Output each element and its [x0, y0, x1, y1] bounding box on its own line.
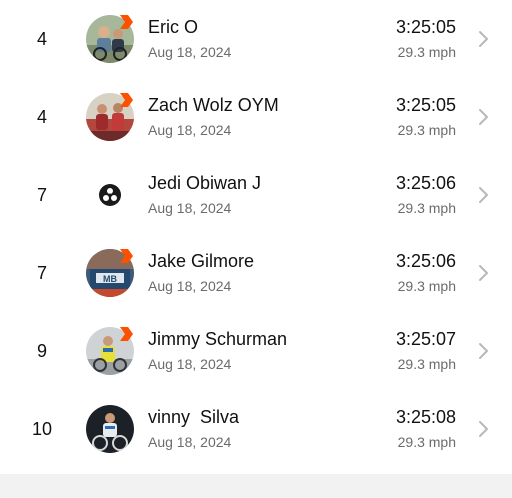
activity-date: Aug 18, 2024 [148, 44, 232, 60]
chevron-right-icon[interactable] [478, 186, 490, 204]
elapsed-time: 3:25:07 [395, 329, 456, 349]
average-speed: 29.3 mph [397, 200, 456, 216]
chevron-right-icon[interactable] [478, 30, 490, 48]
leaderboard-row[interactable]: 4 Zach Wolz OYM Aug 18, 2024 3:25:05 29.… [0, 78, 512, 156]
chevron-right-icon[interactable] [478, 264, 490, 282]
athlete-name[interactable]: Zach Wolz OYM [148, 95, 279, 116]
average-speed: 29.3 mph [397, 434, 456, 450]
elapsed-time: 3:25:05 [395, 17, 456, 37]
athlete-name[interactable]: vinny Silva [148, 407, 239, 428]
athlete-name[interactable]: Eric O [148, 17, 198, 38]
rank-label: 10 [31, 419, 53, 439]
activity-date: Aug 18, 2024 [148, 278, 232, 294]
elapsed-time: 3:25:06 [395, 173, 456, 193]
leaderboard-list: 4 Eric O Aug 18, 2024 3:25:05 29.3 mph 4 [0, 0, 512, 474]
subscriber-badge-icon [120, 93, 133, 107]
activity-date: Aug 18, 2024 [148, 200, 232, 216]
subscriber-badge-icon [120, 327, 133, 341]
footer-bar [0, 474, 512, 498]
leaderboard-row[interactable]: 9 Jimmy Schurman Aug 18, 2024 3:25:07 29… [0, 312, 512, 390]
subscriber-badge-icon [120, 15, 133, 29]
avatar-photo-icon [86, 405, 134, 453]
activity-date: Aug 18, 2024 [148, 434, 232, 450]
leaderboard-row[interactable]: 7 MB Jake Gilmore Aug 18, 2024 3:25:06 2… [0, 234, 512, 312]
activity-date: Aug 18, 2024 [148, 122, 232, 138]
elapsed-time: 3:25:08 [395, 407, 456, 427]
chevron-right-icon[interactable] [478, 342, 490, 360]
rank-label: 4 [36, 107, 47, 127]
athlete-name[interactable]: Jedi Obiwan J [148, 173, 261, 194]
avatar[interactable] [86, 171, 134, 219]
rank-label: 7 [36, 263, 47, 283]
athlete-name[interactable]: Jimmy Schurman [148, 329, 287, 350]
athlete-name[interactable]: Jake Gilmore [148, 251, 254, 272]
leaderboard-row[interactable]: 4 Eric O Aug 18, 2024 3:25:05 29.3 mph [0, 0, 512, 78]
chevron-right-icon[interactable] [478, 420, 490, 438]
rank-label: 7 [36, 185, 47, 205]
rank-label: 9 [36, 341, 47, 361]
rank-label: 4 [36, 29, 47, 49]
leaderboard-row[interactable]: 7 Jedi Obiwan J Aug 18, 2024 3:25:06 29.… [0, 156, 512, 234]
elapsed-time: 3:25:06 [395, 251, 456, 271]
leaderboard-row[interactable]: 10 vinny Silva Aug 18, 2024 3:25:08 29.3… [0, 390, 512, 468]
avatar-logo-icon [86, 171, 134, 219]
average-speed: 29.3 mph [397, 122, 456, 138]
average-speed: 29.3 mph [397, 356, 456, 372]
average-speed: 29.3 mph [397, 278, 456, 294]
activity-date: Aug 18, 2024 [148, 356, 232, 372]
avatar[interactable] [86, 405, 134, 453]
svg-text:MB: MB [103, 274, 117, 284]
chevron-right-icon[interactable] [478, 108, 490, 126]
average-speed: 29.3 mph [397, 44, 456, 60]
subscriber-badge-icon [120, 249, 133, 263]
elapsed-time: 3:25:05 [395, 95, 456, 115]
